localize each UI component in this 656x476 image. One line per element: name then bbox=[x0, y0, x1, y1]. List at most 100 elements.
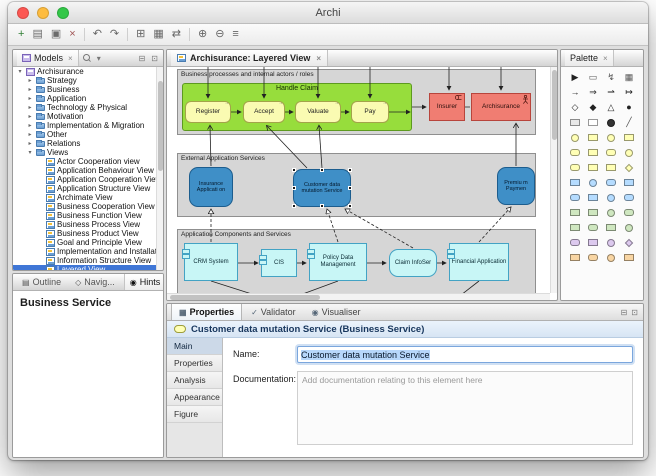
palette-tool[interactable]: ╱ bbox=[620, 116, 638, 129]
tree-item[interactable]: ▸ Relations bbox=[13, 139, 163, 148]
node-insurer[interactable]: Insurer bbox=[429, 93, 465, 121]
tree-item[interactable]: Business Process View bbox=[13, 220, 163, 229]
toolbar-button[interactable]: ⇄ bbox=[172, 29, 181, 40]
palette-tool[interactable] bbox=[620, 161, 638, 174]
selection-handle[interactable] bbox=[320, 168, 324, 172]
models-scrollbar[interactable] bbox=[156, 67, 163, 270]
view-menu-icon[interactable]: ▾ bbox=[96, 54, 102, 63]
close-icon[interactable]: × bbox=[68, 54, 73, 63]
tree-item[interactable]: ▸ Other bbox=[13, 130, 163, 139]
palette-tool[interactable]: △ bbox=[602, 101, 620, 114]
palette-tool[interactable] bbox=[584, 191, 602, 204]
palette-tool[interactable] bbox=[566, 191, 584, 204]
toolbar-button[interactable]: × bbox=[69, 29, 75, 40]
toolbar-button[interactable]: ⊖ bbox=[215, 29, 224, 40]
disclosure-triangle-icon[interactable]: ▸ bbox=[26, 122, 34, 129]
toolbar-button[interactable]: ▣ bbox=[51, 29, 61, 40]
tree-item[interactable]: Business Cooperation View bbox=[13, 202, 163, 211]
properties-side-tab[interactable]: Analysis bbox=[167, 372, 222, 389]
palette-tool[interactable] bbox=[566, 146, 584, 159]
palette-tool[interactable] bbox=[602, 251, 620, 264]
palette-tool[interactable] bbox=[620, 176, 638, 189]
palette-tool[interactable] bbox=[566, 206, 584, 219]
palette-tool[interactable] bbox=[584, 131, 602, 144]
palette-tool[interactable] bbox=[566, 221, 584, 234]
disclosure-triangle-icon[interactable]: ▸ bbox=[26, 131, 34, 138]
scrollbar-thumb[interactable] bbox=[158, 81, 163, 171]
disclosure-triangle-icon[interactable]: ▸ bbox=[26, 113, 34, 120]
palette-tool[interactable]: → bbox=[566, 86, 584, 99]
palette-tool[interactable] bbox=[620, 191, 638, 204]
disclosure-triangle-icon[interactable]: ▸ bbox=[26, 140, 34, 147]
properties-side-tab[interactable]: Properties bbox=[167, 355, 222, 372]
selection-handle[interactable] bbox=[292, 168, 296, 172]
tree-item[interactable]: Business Function View bbox=[13, 211, 163, 220]
view-tab[interactable]: ◇ Navig... bbox=[70, 274, 120, 290]
tree-item[interactable]: ▸ Implementation & Migration bbox=[13, 121, 163, 130]
canvas-hscrollbar[interactable] bbox=[167, 293, 550, 300]
palette-tool[interactable] bbox=[584, 236, 602, 249]
view-tab[interactable]: ▤ Outline bbox=[17, 274, 66, 290]
tree-item[interactable]: Application Cooperation View bbox=[13, 175, 163, 184]
toolbar-button[interactable]: ▦ bbox=[153, 29, 163, 40]
palette-tool[interactable]: ⇀ bbox=[602, 86, 620, 99]
scrollbar-thumb[interactable] bbox=[552, 70, 557, 140]
palette-tool[interactable] bbox=[584, 116, 602, 129]
palette-tool[interactable] bbox=[584, 176, 602, 189]
palette-tool[interactable] bbox=[602, 161, 620, 174]
node-premium-payment[interactable]: Premiu m Paymen bbox=[497, 167, 535, 205]
palette-tab[interactable]: Palette × bbox=[565, 50, 614, 66]
toolbar-button[interactable]: ≡ bbox=[232, 29, 238, 40]
palette-tool[interactable]: ⇒ bbox=[584, 86, 602, 99]
tree-item[interactable]: Archimate View bbox=[13, 193, 163, 202]
view-tab[interactable]: ◉ Hints bbox=[123, 274, 163, 290]
toolbar-button[interactable]: ↶ bbox=[93, 29, 102, 40]
palette-tool[interactable]: ↦ bbox=[620, 86, 638, 99]
palette-tool[interactable] bbox=[584, 251, 602, 264]
name-input[interactable]: Customer data mutation Service bbox=[297, 346, 633, 363]
selection-handle[interactable] bbox=[292, 186, 296, 190]
selection-handle[interactable] bbox=[320, 204, 324, 208]
disclosure-triangle-icon[interactable]: ▸ bbox=[26, 86, 34, 93]
editor-tab[interactable]: Archisurance: Layered View × bbox=[171, 50, 329, 66]
zoom-window-button[interactable] bbox=[57, 7, 69, 19]
selection-handle[interactable] bbox=[348, 204, 352, 208]
palette-tool[interactable] bbox=[620, 236, 638, 249]
palette-tool[interactable]: ▭ bbox=[584, 71, 602, 84]
palette-tool[interactable] bbox=[620, 131, 638, 144]
palette-tool[interactable]: ↯ bbox=[602, 71, 620, 84]
minimize-panel-icon[interactable]: ⊟ bbox=[620, 308, 629, 317]
maximize-panel-icon[interactable]: ⊡ bbox=[630, 308, 639, 317]
palette-tool[interactable] bbox=[602, 206, 620, 219]
node-valuate[interactable]: → Valuate bbox=[295, 100, 341, 123]
palette-tool[interactable] bbox=[602, 236, 620, 249]
palette-tool[interactable] bbox=[602, 116, 620, 129]
close-icon[interactable]: × bbox=[603, 54, 608, 63]
toolbar-button[interactable]: ▤ bbox=[32, 29, 42, 40]
palette-tool[interactable] bbox=[620, 146, 638, 159]
node-cis[interactable]: CIS bbox=[259, 249, 297, 277]
minimize-window-button[interactable] bbox=[37, 7, 49, 19]
palette-tool[interactable] bbox=[566, 161, 584, 174]
palette-tool[interactable]: ◆ bbox=[584, 101, 602, 114]
properties-tab[interactable]: ◉ Visualiser bbox=[305, 304, 368, 320]
palette-tool[interactable] bbox=[566, 176, 584, 189]
tree-item[interactable]: ▸ Motivation bbox=[13, 112, 163, 121]
tree-item[interactable]: Actor Cooperation view bbox=[13, 157, 163, 166]
disclosure-triangle-icon[interactable]: ▾ bbox=[26, 149, 34, 156]
titlebar[interactable]: Archi bbox=[8, 2, 648, 24]
tree-item[interactable]: Implementation and Installation bbox=[13, 247, 163, 256]
tree-item[interactable]: Business Product View bbox=[13, 229, 163, 238]
tree-item[interactable]: ▸ Business bbox=[13, 85, 163, 94]
documentation-input[interactable] bbox=[297, 371, 633, 445]
palette-tool[interactable] bbox=[566, 236, 584, 249]
palette-tool[interactable]: ◇ bbox=[566, 101, 584, 114]
palette-tool[interactable] bbox=[602, 176, 620, 189]
maximize-panel-icon[interactable]: ⊡ bbox=[150, 54, 159, 63]
search-icon[interactable] bbox=[82, 53, 92, 63]
node-policy-data-management[interactable]: Policy Data Management bbox=[307, 243, 367, 281]
palette-tool[interactable]: ▦ bbox=[620, 71, 638, 84]
selection-handle[interactable] bbox=[348, 168, 352, 172]
properties-side-tab[interactable]: Figure bbox=[167, 406, 222, 423]
properties-tab[interactable]: ▦ Properties bbox=[171, 304, 243, 320]
